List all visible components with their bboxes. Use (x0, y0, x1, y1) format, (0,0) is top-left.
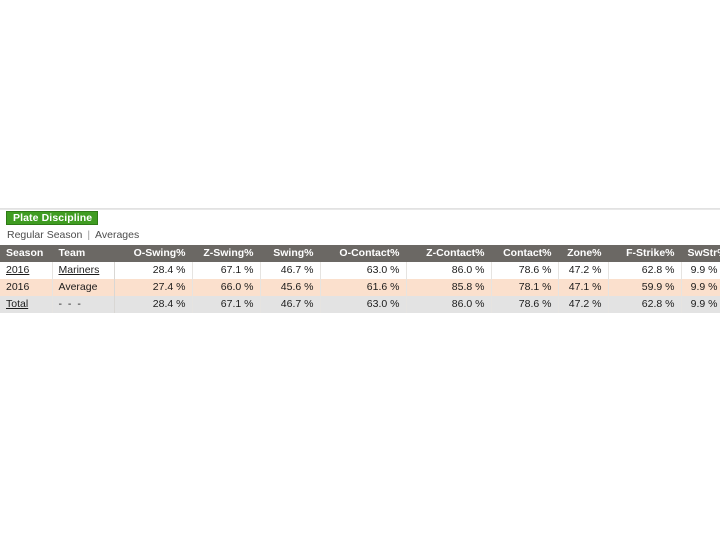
cell-z-swing: 67.1 % (192, 262, 261, 279)
cell-team: - - - (52, 296, 115, 313)
plate-discipline-table: Season Team O-Swing% Z-Swing% Swing% O-C… (0, 245, 720, 313)
column-header-o-swing[interactable]: O-Swing% (114, 245, 193, 262)
plate-discipline-panel: Plate Discipline Regular Season | Averag… (0, 208, 720, 313)
cell-season: 2016 (0, 279, 53, 296)
cell-z-swing: 67.1 % (192, 296, 261, 313)
subnav-averages[interactable]: Averages (95, 229, 139, 242)
column-header-swing[interactable]: Swing% (260, 245, 321, 262)
table-body: 2016 Mariners 28.4 % 67.1 % 46.7 % 63.0 % 86.0… (0, 262, 720, 313)
team-value: - - - (58, 298, 83, 310)
stats-table-wrapper: Season Team O-Swing% Z-Swing% Swing% O-C… (0, 245, 720, 313)
cell-o-swing: 27.4 % (114, 279, 193, 296)
tab-plate-discipline-label: Plate Discipline (13, 212, 93, 224)
cell-swing: 45.6 % (260, 279, 321, 296)
table-row: 2016 Average 27.4 % 66.0 % 45.6 % 61.6 % 85.8 … (0, 279, 720, 296)
cell-o-contact: 63.0 % (320, 296, 407, 313)
cell-contact: 78.1 % (491, 279, 559, 296)
column-header-zone[interactable]: Zone% (558, 245, 609, 262)
cell-team: Average (52, 279, 115, 296)
cell-o-swing: 28.4 % (114, 262, 193, 279)
column-header-z-swing[interactable]: Z-Swing% (192, 245, 261, 262)
column-header-contact[interactable]: Contact% (491, 245, 559, 262)
cell-f-strike: 62.8 % (608, 296, 682, 313)
table-header-row: Season Team O-Swing% Z-Swing% Swing% O-C… (0, 245, 720, 262)
cell-o-contact: 63.0 % (320, 262, 407, 279)
tab-plate-discipline[interactable]: Plate Discipline (6, 211, 99, 225)
subnav: Regular Season | Averages (0, 228, 720, 243)
column-header-team[interactable]: Team (52, 245, 115, 262)
cell-z-contact: 86.0 % (406, 262, 492, 279)
table-row: 2016 Mariners 28.4 % 67.1 % 46.7 % 63.0 % 86.0… (0, 262, 720, 279)
subnav-regular-season[interactable]: Regular Season (7, 229, 82, 242)
cell-zone: 47.2 % (558, 262, 609, 279)
cell-z-contact: 86.0 % (406, 296, 492, 313)
cell-o-swing: 28.4 % (114, 296, 193, 313)
cell-season[interactable]: Total (0, 296, 53, 313)
tab-strip: Plate Discipline (0, 208, 720, 225)
cell-zone: 47.1 % (558, 279, 609, 296)
column-header-o-contact[interactable]: O-Contact% (320, 245, 407, 262)
table-header: Season Team O-Swing% Z-Swing% Swing% O-C… (0, 245, 720, 262)
column-header-season[interactable]: Season (0, 245, 53, 262)
subnav-separator: | (87, 229, 91, 241)
cell-contact: 78.6 % (491, 296, 559, 313)
cell-swstr: 9.9 % (681, 296, 720, 313)
cell-swstr: 9.9 % (681, 262, 720, 279)
cell-z-swing: 66.0 % (192, 279, 261, 296)
cell-zone: 47.2 % (558, 296, 609, 313)
cell-season[interactable]: 2016 (0, 262, 53, 279)
column-header-swstr[interactable]: SwStr% (681, 245, 720, 262)
cell-team[interactable]: Mariners (52, 262, 115, 279)
page-root: Plate Discipline Regular Season | Averag… (0, 0, 720, 540)
season-link[interactable]: Total (6, 298, 28, 310)
column-header-f-strike[interactable]: F-Strike% (608, 245, 682, 262)
team-value: Average (58, 281, 98, 293)
cell-swing: 46.7 % (260, 262, 321, 279)
tab-strip-divider (0, 209, 720, 210)
cell-f-strike: 62.8 % (608, 262, 682, 279)
season-link[interactable]: 2016 (6, 264, 29, 276)
column-header-z-contact[interactable]: Z-Contact% (406, 245, 492, 262)
table-row: Total - - - 28.4 % 67.1 % 46.7 % 63.0 % 86.0 %… (0, 296, 720, 313)
cell-swstr: 9.9 % (681, 279, 720, 296)
cell-f-strike: 59.9 % (608, 279, 682, 296)
cell-swing: 46.7 % (260, 296, 321, 313)
team-link[interactable]: Mariners (59, 264, 100, 276)
cell-o-contact: 61.6 % (320, 279, 407, 296)
cell-contact: 78.6 % (491, 262, 559, 279)
cell-z-contact: 85.8 % (406, 279, 492, 296)
